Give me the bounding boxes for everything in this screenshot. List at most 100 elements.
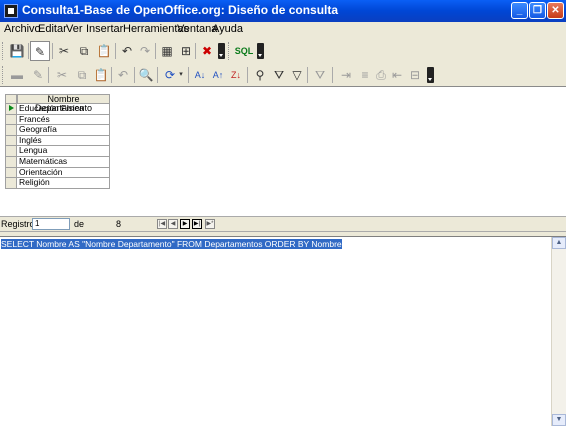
record-total: 8: [116, 219, 122, 229]
run-sql-button[interactable]: SQL: [233, 41, 255, 61]
refresh-icon: ⟳: [164, 68, 176, 82]
chevron-down-icon: ▼: [555, 416, 563, 423]
table-row[interactable]: Geografía: [17, 125, 110, 136]
cut-icon: ✂: [56, 68, 68, 82]
cut-icon: ✂: [58, 44, 70, 58]
app-icon[interactable]: [4, 4, 18, 18]
mail-merge-icon: ⎙: [376, 68, 386, 82]
remove-filter-button[interactable]: ⛛: [310, 65, 330, 85]
toolbar-grip[interactable]: [228, 42, 232, 60]
copy-button[interactable]: ⧉: [72, 65, 92, 85]
copy-button[interactable]: ⧉: [74, 41, 94, 61]
data-source-button[interactable]: ⇤: [387, 65, 407, 85]
new-record-button[interactable]: ▶*: [205, 219, 215, 229]
sql-editor[interactable]: SELECT Nombre AS "Nombre Departamento" F…: [0, 236, 566, 426]
table-row[interactable]: Orientación: [17, 167, 110, 179]
redo-button[interactable]: ↷: [135, 41, 155, 61]
undo-button[interactable]: ↶: [113, 65, 133, 85]
table-row[interactable]: Lengua: [17, 146, 110, 157]
record-number-input[interactable]: 1: [32, 218, 70, 230]
minimize-button[interactable]: _: [511, 2, 528, 19]
toolbar-separator: [52, 43, 53, 59]
scroll-up-button[interactable]: ▲: [552, 237, 566, 249]
row-header[interactable]: [5, 167, 17, 179]
menu-ver[interactable]: Ver: [66, 23, 83, 35]
table-row[interactable]: Inglés: [17, 135, 110, 147]
toolbar-separator: [48, 67, 49, 83]
row-header[interactable]: [5, 125, 17, 136]
table-row[interactable]: Religión: [17, 178, 110, 189]
save-record-icon: ▬: [11, 68, 23, 82]
redo-icon: ↷: [139, 44, 151, 58]
vertical-scrollbar[interactable]: ▲ ▼: [551, 237, 566, 426]
next-record-button[interactable]: ▶: [180, 219, 190, 229]
toolbar-separator: [332, 67, 333, 83]
toolbar-grip[interactable]: [2, 66, 6, 84]
toolbar-overflow-button[interactable]: [427, 67, 434, 83]
record-label: Registro: [1, 219, 35, 229]
data-to-text-button[interactable]: ⇥: [336, 65, 356, 85]
menu-ayuda[interactable]: Ayuda: [212, 23, 243, 35]
cut-button[interactable]: ✂: [52, 65, 72, 85]
autofilter-button[interactable]: ⚲: [250, 65, 270, 85]
maximize-button[interactable]: ❐: [529, 2, 546, 19]
add-table-button[interactable]: ▦: [157, 41, 177, 61]
toolbar-overflow-button[interactable]: [257, 43, 264, 59]
table-row[interactable]: Francés: [17, 114, 110, 126]
cut-button[interactable]: ✂: [54, 41, 74, 61]
copy-icon: ⧉: [79, 44, 89, 58]
row-header[interactable]: [5, 157, 17, 168]
clear-query-button[interactable]: ✖: [197, 41, 217, 61]
edit-mode-button[interactable]: ✎: [30, 41, 50, 61]
paste-button[interactable]: 📋: [91, 65, 111, 85]
table-data-toolbar: ▬ ✎ ✂ ⧉ 📋 ↶ 🔍 ⟳ ▾ A↓ A↑ Z↓ ⚲ ⛛ ▽ ⛛ ⇥ ≡ ⎙…: [0, 63, 566, 87]
sort-ascending-button[interactable]: A↑: [208, 65, 228, 85]
design-view-button[interactable]: ⊞: [176, 41, 196, 61]
sort-descending-button[interactable]: Z↓: [226, 65, 246, 85]
previous-record-button[interactable]: ◀: [168, 219, 178, 229]
toolbar-grip[interactable]: [2, 42, 6, 60]
sql-query-text[interactable]: SELECT Nombre AS "Nombre Departamento" F…: [1, 239, 342, 249]
first-record-button[interactable]: |◀: [157, 219, 167, 229]
apply-filter-button[interactable]: ▽: [287, 65, 307, 85]
row-header[interactable]: [5, 146, 17, 157]
current-row-arrow-icon: [9, 105, 14, 111]
undo-button[interactable]: ↶: [117, 41, 137, 61]
row-header[interactable]: [5, 178, 17, 189]
paste-button[interactable]: 📋: [94, 41, 114, 61]
row-header[interactable]: [5, 114, 17, 126]
save-icon: 💾: [9, 44, 25, 58]
remove-filter-icon: ⛛: [314, 68, 326, 82]
menu-editar[interactable]: Editar: [38, 23, 67, 35]
toolbar-separator: [134, 67, 135, 83]
refresh-dropdown-button[interactable]: ▾: [176, 65, 186, 85]
row-header[interactable]: [5, 135, 17, 147]
toolbar-separator: [115, 43, 116, 59]
minimize-icon: _: [516, 5, 523, 16]
table-row[interactable]: Educación Física: [17, 104, 110, 115]
last-record-button[interactable]: ▶|: [192, 219, 202, 229]
close-button[interactable]: ✕: [547, 2, 564, 19]
undo-icon: ↶: [117, 68, 129, 82]
table-row[interactable]: Matemáticas: [17, 157, 110, 168]
previous-record-icon: ◀: [170, 221, 176, 227]
row-header[interactable]: [5, 104, 17, 115]
menu-archivo[interactable]: Archivo: [4, 23, 41, 35]
standard-filter-button[interactable]: ⛛: [269, 65, 289, 85]
menu-insertar[interactable]: Insertar: [86, 23, 123, 35]
scroll-down-button[interactable]: ▼: [552, 414, 566, 426]
toolbar-overflow-button[interactable]: [218, 43, 225, 59]
next-record-icon: ▶: [182, 221, 188, 227]
toolbar-separator: [195, 43, 196, 59]
save-button[interactable]: 💾: [7, 41, 27, 61]
sort-button[interactable]: A↓: [190, 65, 210, 85]
menu-bar: Archivo Editar Ver Insertar Herramientas…: [0, 22, 566, 39]
copy-icon: ⧉: [77, 68, 87, 82]
column-header-nombre-departamento[interactable]: Nombre Departamento: [17, 94, 110, 113]
edit-data-button[interactable]: ✎: [28, 65, 48, 85]
window-title: Consulta1-Base de OpenOffice.org: Diseño…: [22, 3, 339, 17]
grid-corner[interactable]: [5, 94, 17, 104]
save-record-button[interactable]: ▬: [7, 65, 27, 85]
explorer-button[interactable]: ⊟: [405, 65, 425, 85]
find-record-button[interactable]: 🔍: [136, 65, 156, 85]
